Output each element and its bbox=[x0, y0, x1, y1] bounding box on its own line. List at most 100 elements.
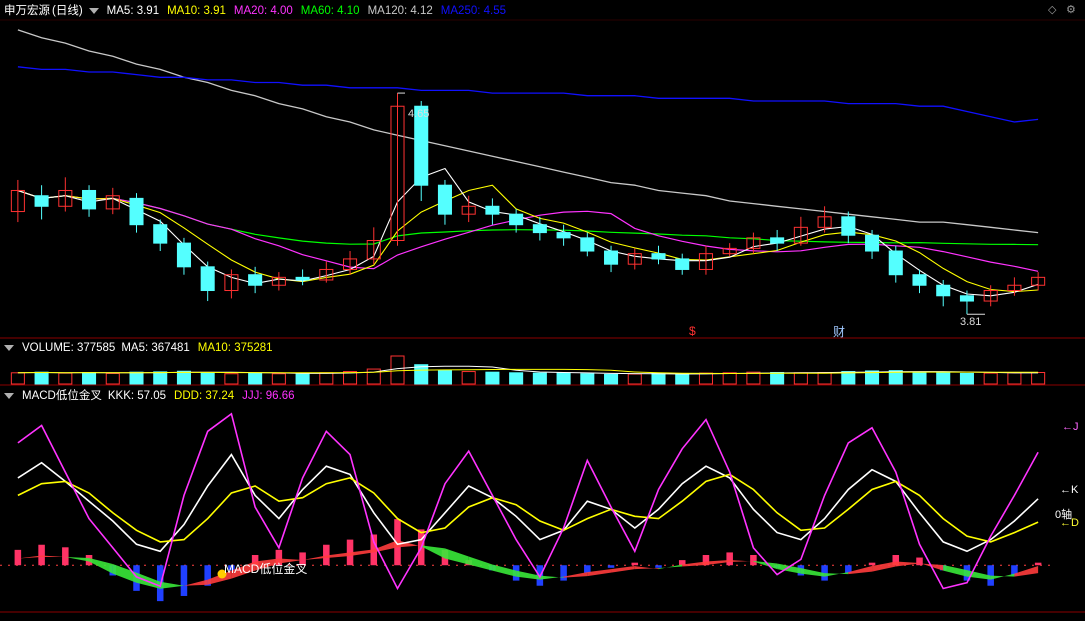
osc-line-ddd bbox=[17, 473, 1039, 543]
volume-collapse-icon[interactable] bbox=[4, 345, 14, 351]
candle-body-37 bbox=[888, 250, 903, 276]
macd-ribbon-34 bbox=[824, 572, 849, 577]
volume-bar-29 bbox=[698, 372, 713, 385]
price-indicator-4: MA120: 4.12 bbox=[367, 5, 433, 17]
ma-line-ma10 bbox=[17, 184, 1039, 293]
right-label-d-text: D bbox=[1071, 517, 1079, 529]
macd-ribbon-6 bbox=[160, 581, 184, 589]
right-label-j: ←J bbox=[1062, 421, 1079, 433]
volume-indicator-1: MA10: 375281 bbox=[197, 342, 273, 354]
macd-ribbon-19 bbox=[468, 556, 493, 571]
macd-ribbon-25 bbox=[611, 566, 635, 573]
macd-ribbon-35 bbox=[848, 566, 873, 575]
event-marker-finance[interactable]: 财 bbox=[833, 323, 845, 340]
macd-ribbon-0 bbox=[17, 555, 42, 559]
volume-bar-1 bbox=[34, 371, 49, 385]
candle-body-40 bbox=[959, 295, 974, 302]
macd-ribbon-23 bbox=[563, 572, 588, 578]
macd-ribbon-22 bbox=[539, 575, 564, 580]
right-label-k: ←K bbox=[1060, 484, 1079, 496]
volume-bar-21 bbox=[509, 372, 524, 385]
macd-ribbon-30 bbox=[729, 559, 754, 563]
candle-body-27 bbox=[651, 253, 666, 260]
macd-indicator-0: KKK: 57.05 bbox=[107, 390, 167, 402]
price-indicator-5: MA250: 4.55 bbox=[440, 5, 507, 17]
macd-ribbon-14 bbox=[350, 549, 374, 556]
candle-body-12 bbox=[295, 276, 310, 281]
candle-body-5 bbox=[129, 197, 144, 226]
candle-body-36 bbox=[865, 234, 880, 252]
macd-indicator-2: JJJ: 96.66 bbox=[242, 390, 295, 402]
period-label[interactable]: (日线) bbox=[52, 3, 83, 19]
candle-body-28 bbox=[675, 258, 690, 270]
volume-indicator-0: MA5: 367481 bbox=[121, 342, 190, 354]
ma-line-ma20 bbox=[17, 189, 1039, 272]
volume-bar-12 bbox=[295, 372, 310, 385]
volume-bar-42 bbox=[1007, 372, 1022, 385]
volume-bar-34 bbox=[817, 371, 832, 385]
volume-indicator-list: MA5: 367481 MA10: 375281 bbox=[121, 340, 280, 356]
diamond-icon[interactable]: ◇ bbox=[1048, 3, 1056, 16]
volume-bar-11 bbox=[271, 373, 286, 385]
volume-bar-33 bbox=[793, 372, 808, 385]
volume-bar-30 bbox=[722, 372, 737, 385]
high-price-marker: 4.65 bbox=[408, 108, 430, 120]
volume-bar-24 bbox=[580, 373, 595, 385]
macd-ribbon-1 bbox=[41, 555, 66, 557]
macd-ribbon-39 bbox=[943, 565, 967, 577]
candle-body-1 bbox=[34, 195, 49, 207]
event-marker-dollar[interactable]: $ bbox=[689, 324, 696, 338]
volume-bar-39 bbox=[936, 372, 951, 385]
macd-ribbon-18 bbox=[444, 548, 469, 565]
osc-line-jjj bbox=[17, 412, 1039, 591]
ma-line-ma5 bbox=[17, 167, 1039, 297]
macd-label: MACD低位金叉 bbox=[22, 390, 102, 402]
volume-bar-5 bbox=[129, 371, 144, 385]
volume-bar-7 bbox=[176, 370, 191, 385]
macd-ribbon-41 bbox=[990, 573, 1015, 580]
candle-body-32 bbox=[770, 237, 785, 244]
volume-bar-9 bbox=[224, 373, 239, 385]
volume-bar-22 bbox=[532, 372, 547, 385]
macd-signal-text: MACD低位金叉 bbox=[224, 562, 308, 576]
candle-body-25 bbox=[604, 250, 619, 265]
volume-bar-0 bbox=[10, 372, 25, 385]
ma-line-ma250 bbox=[17, 66, 1039, 123]
osc-line-kkk bbox=[17, 453, 1039, 553]
candle-body-24 bbox=[580, 237, 595, 252]
macd-ribbon-29 bbox=[705, 559, 730, 566]
volume-bar-3 bbox=[82, 371, 97, 385]
collapse-triangle-icon[interactable] bbox=[88, 8, 99, 14]
settings-gear-icon[interactable]: ⚙ bbox=[1066, 3, 1076, 16]
volume-bar-18 bbox=[437, 369, 452, 385]
candle-body-10 bbox=[248, 274, 263, 286]
volume-bar-43 bbox=[1031, 371, 1046, 385]
volume-bar-40 bbox=[959, 372, 974, 385]
volume-bar-41 bbox=[983, 372, 998, 385]
volume-bar-10 bbox=[248, 372, 263, 385]
macd-ribbon-26 bbox=[634, 566, 659, 570]
right-label-d: ←D bbox=[1060, 517, 1079, 529]
candle-body-38 bbox=[912, 274, 927, 286]
macd-collapse-icon[interactable] bbox=[4, 393, 14, 399]
macd-ribbon-20 bbox=[492, 564, 517, 577]
stock-chart[interactable]: 申万宏源 (日线) MA5: 3.91 MA10: 3.91 MA20: 4.00 MA… bbox=[0, 0, 1085, 616]
candle-body-22 bbox=[532, 224, 547, 234]
candle-body-39 bbox=[936, 284, 951, 297]
macd-ribbon-13 bbox=[326, 552, 351, 558]
price-indicator-2: MA20: 4.00 bbox=[233, 5, 293, 17]
stock-name[interactable]: 申万宏源 bbox=[4, 3, 50, 19]
volume-bar-16 bbox=[390, 355, 405, 385]
volume-bar-23 bbox=[556, 372, 571, 385]
macd-ribbon-36 bbox=[872, 561, 896, 572]
low-price-marker: 3.81 bbox=[960, 316, 982, 328]
volume-bar-32 bbox=[770, 371, 785, 385]
volume-bar-6 bbox=[153, 371, 168, 385]
price-indicator-1: MA10: 3.91 bbox=[167, 5, 226, 17]
macd-header: MACD低位金叉 KKK: 57.05 DDD: 37.24 JJJ: 96.66 bbox=[4, 388, 303, 404]
macd-ribbon-42 bbox=[1014, 566, 1039, 577]
chart-canvas[interactable] bbox=[0, 0, 1085, 616]
candle-body-35 bbox=[841, 216, 856, 236]
volume-header: VOLUME: 377585 MA5: 367481 MA10: 375281 bbox=[4, 340, 281, 356]
volume-bar-4 bbox=[105, 372, 120, 385]
